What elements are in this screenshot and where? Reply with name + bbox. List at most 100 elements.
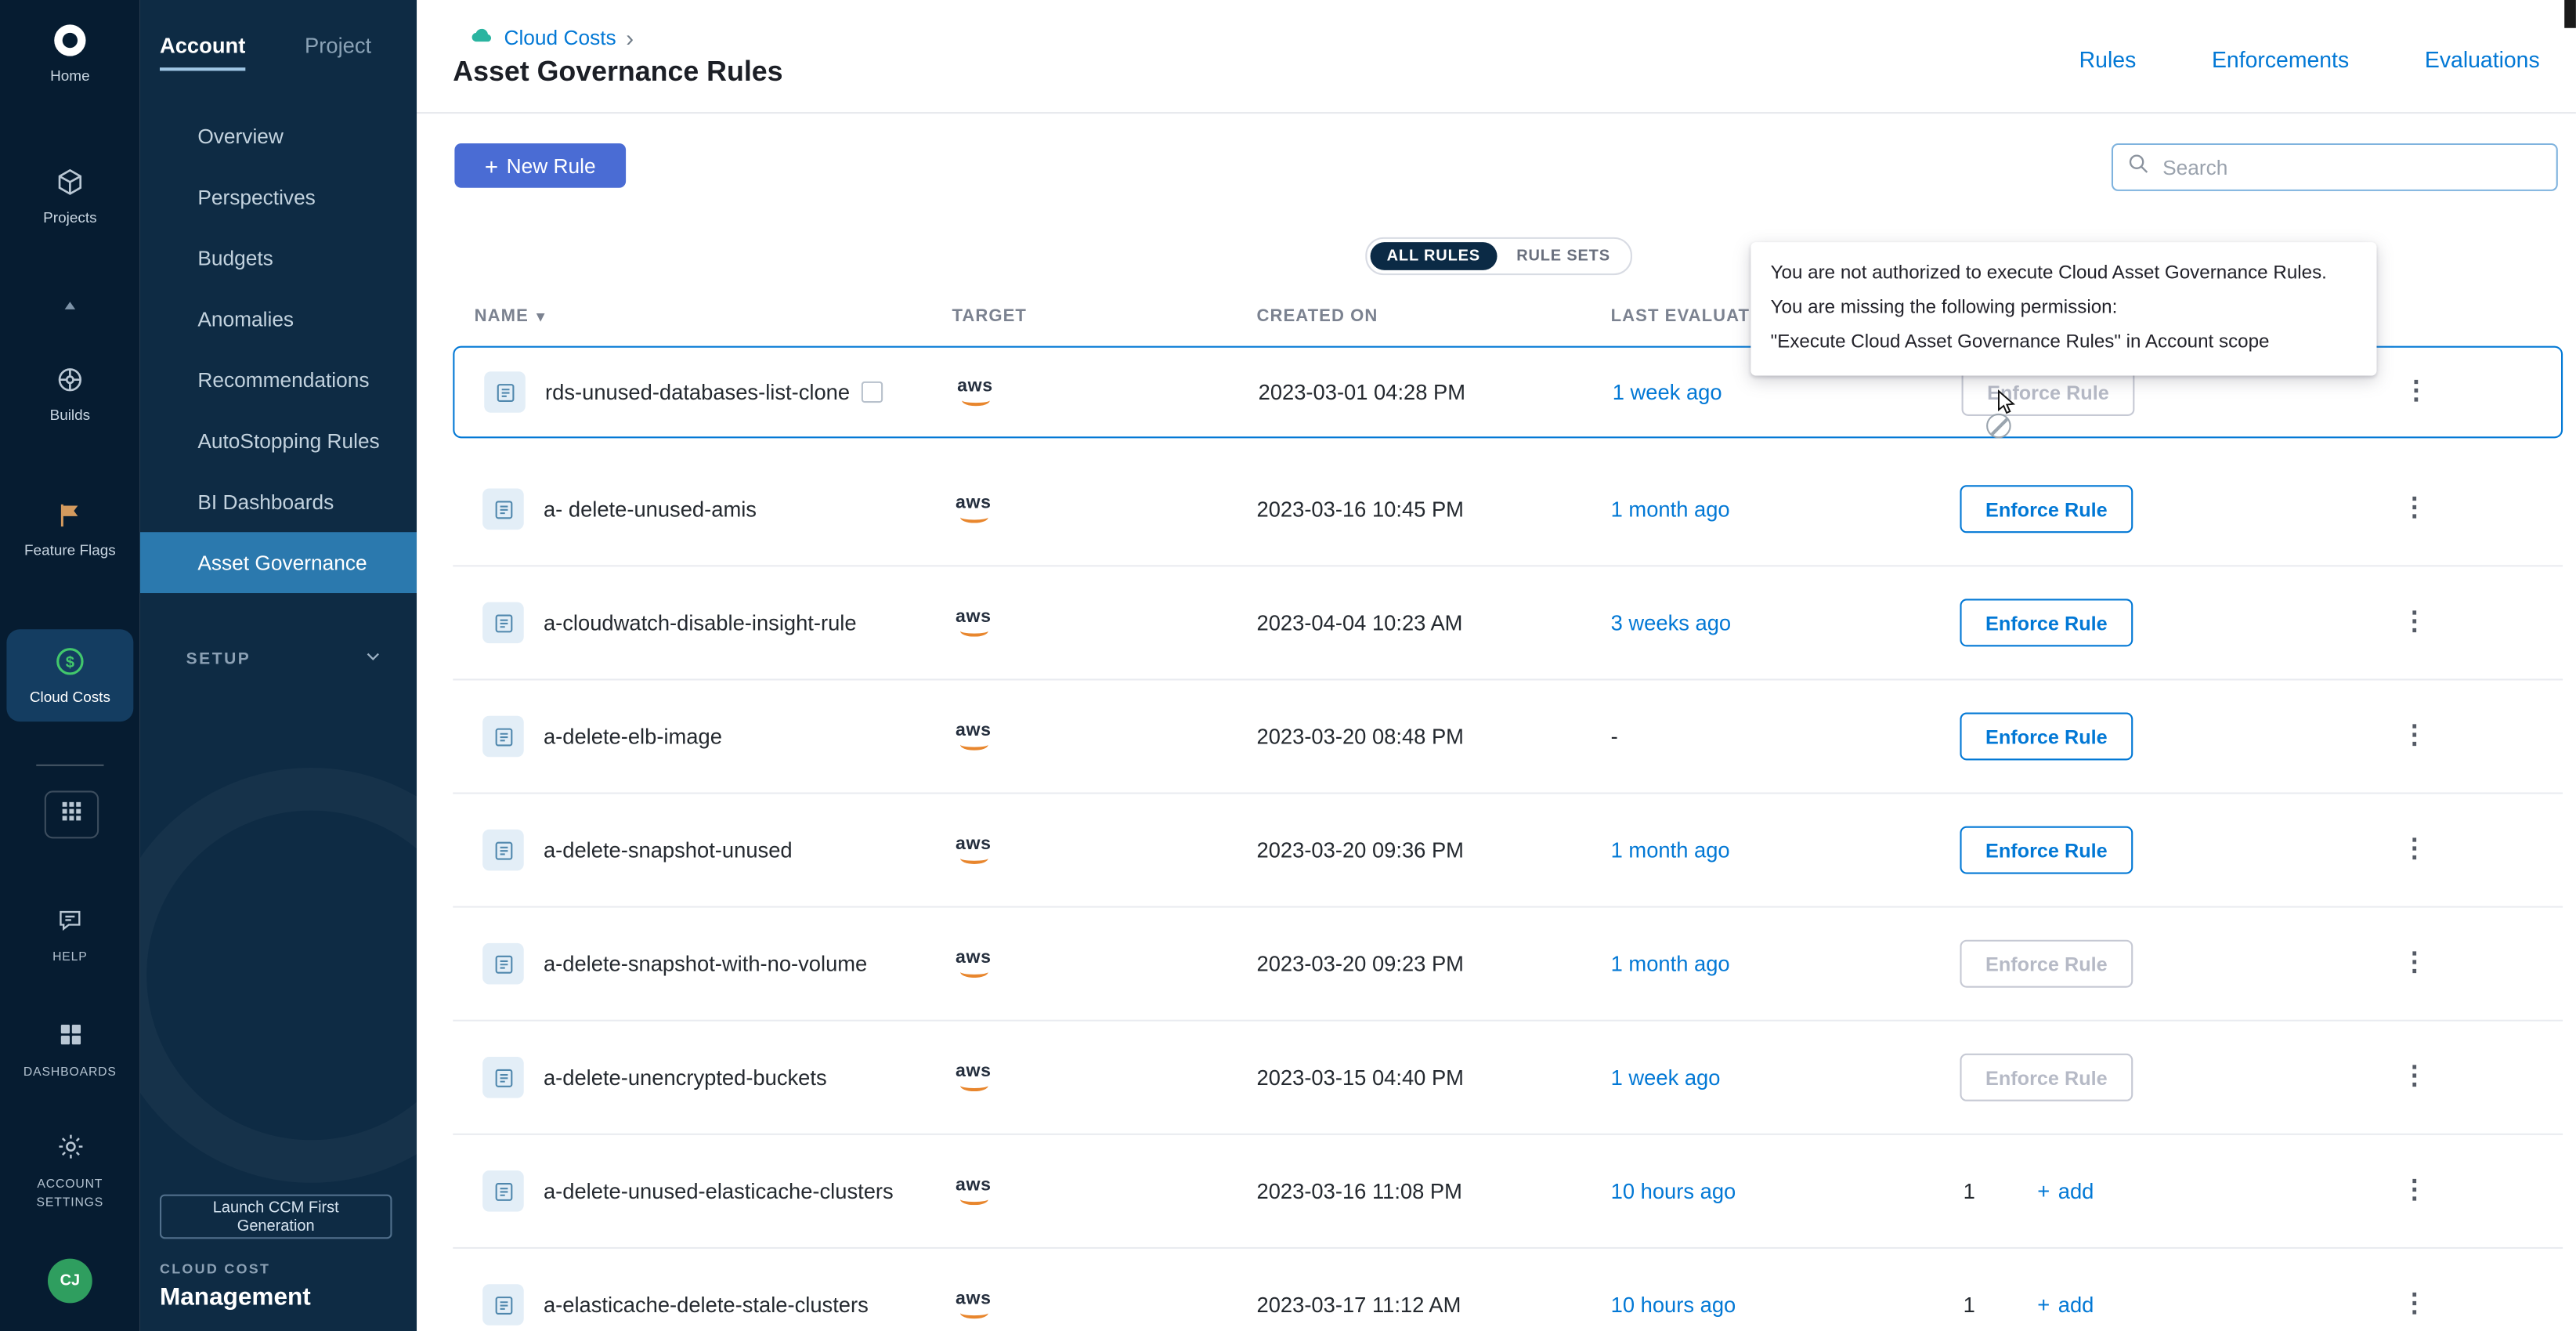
toggle-rule-sets[interactable]: RULE SETS bbox=[1500, 242, 1627, 270]
last-evaluation[interactable]: 10 hours ago bbox=[1611, 1179, 1736, 1204]
plus-icon: + bbox=[485, 154, 498, 177]
mouse-cursor-icon bbox=[1993, 389, 2021, 425]
chevron-down-icon bbox=[363, 646, 384, 672]
rule-icon bbox=[482, 489, 524, 530]
sidebar-item-budgets[interactable]: Budgets bbox=[140, 227, 417, 288]
breadcrumb-label[interactable]: Cloud Costs bbox=[504, 27, 616, 49]
rail-item-account-settings[interactable]: ACCOUNT SETTINGS bbox=[0, 1127, 140, 1210]
sidebar-item-overview[interactable]: Overview bbox=[140, 106, 417, 167]
sidebar-item-perspectives[interactable]: Perspectives bbox=[140, 166, 417, 227]
collapse-caret-icon[interactable] bbox=[0, 293, 140, 323]
row-menu-kebab-icon[interactable]: ⋮ bbox=[2401, 725, 2428, 747]
last-evaluation[interactable]: 1 month ago bbox=[1611, 951, 1730, 976]
search-box[interactable] bbox=[2112, 143, 2558, 191]
add-label: add bbox=[2058, 1293, 2094, 1318]
created-on: 2023-03-20 09:36 PM bbox=[1257, 837, 1464, 863]
table-row[interactable]: a-delete-snapshot-with-no-volumeaws2023-… bbox=[453, 908, 2563, 1022]
rail-item-builds[interactable]: Builds bbox=[0, 359, 140, 425]
sidebar-item-asset-governance[interactable]: Asset Governance bbox=[140, 532, 417, 593]
row-menu-kebab-icon[interactable]: ⋮ bbox=[2401, 611, 2428, 634]
add-enforcement-link[interactable]: + add bbox=[2037, 1293, 2094, 1318]
table-row[interactable]: a- delete-unused-amisaws2023-03-16 10:45… bbox=[453, 453, 2563, 566]
column-header-name[interactable]: NAME▾ bbox=[475, 306, 545, 326]
settings-icon bbox=[0, 1127, 140, 1166]
aws-swoosh bbox=[961, 395, 989, 407]
last-evaluation[interactable]: 1 month ago bbox=[1611, 497, 1730, 522]
aws-logo: aws bbox=[952, 836, 995, 864]
last-evaluation[interactable]: 10 hours ago bbox=[1611, 1293, 1736, 1318]
row-menu-kebab-icon[interactable]: ⋮ bbox=[2401, 1180, 2428, 1203]
add-enforcement-link[interactable]: +add bbox=[2037, 1179, 2094, 1204]
enforce-rule-button[interactable]: Enforce Rule bbox=[1960, 826, 2133, 874]
enforcement-count: 1 bbox=[1964, 1179, 1975, 1204]
tab-project[interactable]: Project bbox=[305, 33, 371, 71]
tooltip-line: You are missing the following permission… bbox=[1771, 291, 2357, 326]
column-header-target: TARGET bbox=[952, 306, 1026, 326]
table-row[interactable]: a-cloudwatch-disable-insight-ruleaws2023… bbox=[453, 566, 2563, 680]
aws-logo-text: aws bbox=[956, 495, 992, 512]
rail-item-label: Home bbox=[0, 67, 140, 85]
row-menu-kebab-icon[interactable]: ⋮ bbox=[2403, 381, 2430, 403]
row-menu-kebab-icon[interactable]: ⋮ bbox=[2401, 838, 2428, 861]
product-name: Management bbox=[160, 1283, 311, 1311]
chevron-right-icon: › bbox=[626, 25, 634, 52]
rule-name: a-delete-elb-image bbox=[544, 724, 722, 749]
rule-icon bbox=[482, 1057, 524, 1098]
projects-icon bbox=[0, 161, 140, 201]
nav-link-evaluations[interactable]: Evaluations bbox=[2425, 48, 2540, 73]
last-evaluation[interactable]: 3 weeks ago bbox=[1611, 610, 1732, 635]
rule-name: rds-unused-databases-list-clone bbox=[545, 380, 850, 405]
launch-ccm-button[interactable]: Launch CCM First Generation bbox=[160, 1195, 392, 1239]
last-evaluation[interactable]: 1 month ago bbox=[1611, 837, 1730, 863]
toggle-all-rules[interactable]: ALL RULES bbox=[1371, 242, 1497, 270]
enforce-rule-button[interactable]: Enforce Rule bbox=[1960, 599, 2133, 646]
table-row[interactable]: a-delete-unencrypted-bucketsaws2023-03-1… bbox=[453, 1022, 2563, 1135]
row-menu-kebab-icon[interactable]: ⋮ bbox=[2401, 497, 2428, 520]
tab-account[interactable]: Account bbox=[160, 33, 245, 71]
enforce-rule-button[interactable]: Enforce Rule bbox=[1960, 713, 2133, 761]
help-icon bbox=[0, 899, 140, 939]
plus-icon: + bbox=[2037, 1293, 2050, 1318]
enforce-rule-button[interactable]: Enforce Rule bbox=[1960, 1054, 2133, 1101]
rail-item-cloud-costs[interactable]: $Cloud Costs bbox=[6, 629, 133, 722]
last-evaluation[interactable]: 1 week ago bbox=[1613, 380, 1722, 405]
main-content: Cloud Costs › Asset Governance Rules Rul… bbox=[417, 0, 2576, 1331]
row-menu-kebab-icon[interactable]: ⋮ bbox=[2401, 1293, 2428, 1316]
last-evaluation[interactable]: 1 week ago bbox=[1611, 1065, 1721, 1090]
sidebar-item-bi-dashboards[interactable]: BI Dashboards bbox=[140, 471, 417, 532]
sort-caret-icon: ▾ bbox=[537, 308, 545, 324]
enforce-rule-button[interactable]: Enforce Rule bbox=[1960, 485, 2133, 533]
module-picker-button[interactable] bbox=[45, 790, 99, 838]
rule-icon bbox=[484, 371, 526, 413]
rail-item-label: Projects bbox=[0, 209, 140, 227]
enforce-rule-button[interactable]: Enforce Rule bbox=[1960, 940, 2133, 988]
rule-name: a-delete-snapshot-unused bbox=[544, 837, 793, 863]
nav-link-rules[interactable]: Rules bbox=[2079, 48, 2137, 73]
row-checkbox[interactable] bbox=[862, 382, 883, 403]
rule-icon bbox=[482, 1170, 524, 1212]
created-on: 2023-03-01 04:28 PM bbox=[1259, 380, 1465, 405]
sidebar-item-anomalies[interactable]: Anomalies bbox=[140, 288, 417, 349]
sidebar-item-autostopping-rules[interactable]: AutoStopping Rules bbox=[140, 411, 417, 472]
table-row[interactable]: a-delete-snapshot-unused aws 2023-03-20 09… bbox=[453, 794, 2563, 908]
rail-item-home[interactable]: Home bbox=[0, 20, 140, 85]
sidebar-item-recommendations[interactable]: Recommendations bbox=[140, 349, 417, 411]
row-menu-kebab-icon[interactable]: ⋮ bbox=[2401, 952, 2428, 975]
created-on: 2023-04-04 10:23 AM bbox=[1257, 610, 1463, 635]
user-avatar[interactable]: CJ bbox=[48, 1259, 92, 1304]
table-row[interactable]: a-delete-elb-imageaws2023-03-20 08:48 PM… bbox=[453, 680, 2563, 794]
rail-item-dashboards[interactable]: DASHBOARDS bbox=[0, 1015, 140, 1080]
breadcrumb[interactable]: Cloud Costs › bbox=[469, 23, 634, 52]
table-row[interactable]: a-delete-unused-elasticache-clustersaws2… bbox=[453, 1135, 2563, 1249]
row-menu-kebab-icon[interactable]: ⋮ bbox=[2401, 1066, 2428, 1089]
harness-logo-icon bbox=[0, 20, 140, 59]
table-row[interactable]: a-elasticache-delete-stale-clustersaws20… bbox=[453, 1249, 2563, 1331]
setup-section-toggle[interactable]: SETUP bbox=[186, 646, 384, 672]
search-input[interactable] bbox=[2159, 154, 2543, 181]
rail-item-feature-flags[interactable]: Feature Flags bbox=[0, 494, 140, 560]
created-on: 2023-03-17 11:12 AM bbox=[1257, 1293, 1461, 1318]
new-rule-button[interactable]: + New Rule bbox=[454, 143, 626, 188]
rail-item-projects[interactable]: Projects bbox=[0, 161, 140, 227]
nav-link-enforcements[interactable]: Enforcements bbox=[2212, 48, 2349, 73]
rail-item-help[interactable]: HELP bbox=[0, 899, 140, 965]
